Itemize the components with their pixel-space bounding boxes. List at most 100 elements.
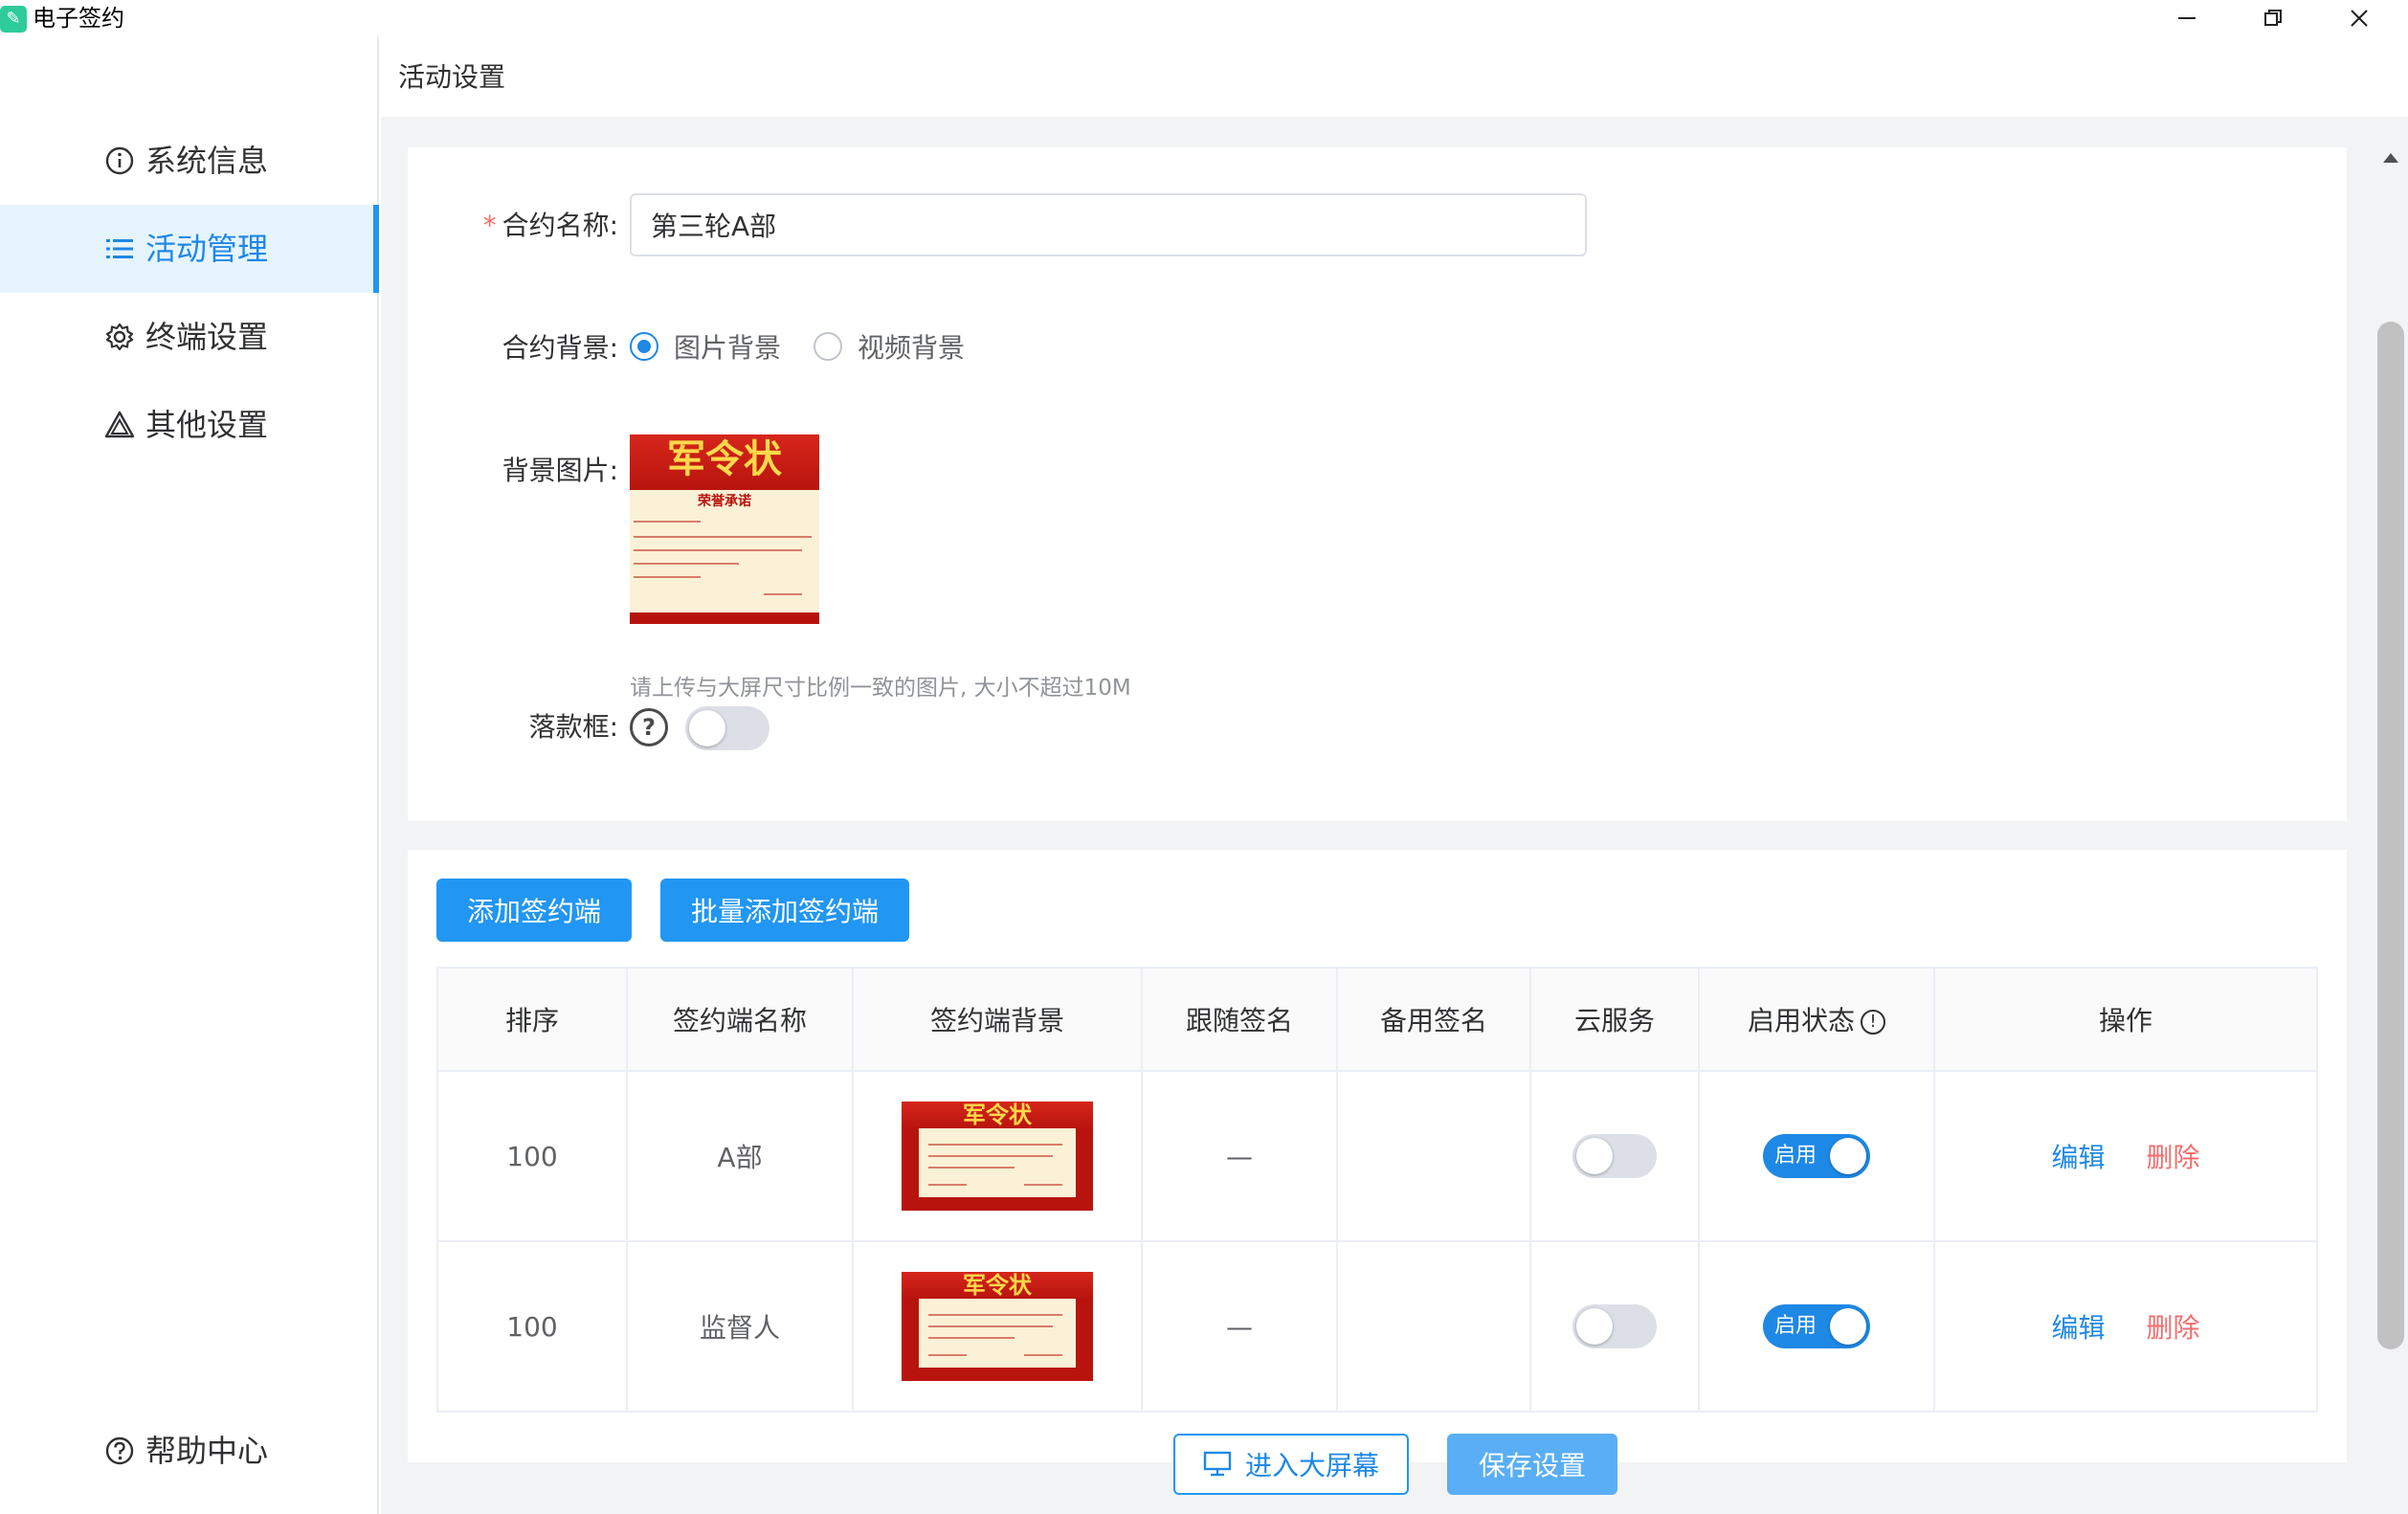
table-header-row: 排序 签约端名称 签约端背景 跟随签名 备用签名 云服务 启用状态! 操作 — [436, 967, 2318, 1072]
toggle-knob — [1830, 1138, 1866, 1174]
sidebar-item-label: 终端设置 — [145, 319, 269, 355]
radio-dot — [814, 332, 842, 361]
thumbnail-body: 荣誉承诺 — [630, 490, 819, 612]
sidebar-item-other-settings[interactable]: 其他设置 — [0, 381, 377, 469]
info-circle-icon[interactable]: ! — [1861, 1010, 1885, 1035]
thumbnail-body — [919, 1299, 1076, 1368]
minimize-button[interactable] — [2144, 0, 2230, 36]
background-image-label: 背景图片: — [502, 455, 618, 486]
monitor-icon — [1203, 1451, 1232, 1477]
sidebar-item-label: 活动管理 — [145, 231, 269, 267]
radio-label: 视频背景 — [858, 332, 966, 364]
radio-image-background[interactable]: 图片背景 — [630, 327, 781, 366]
backup-signature-cell — [1336, 1240, 1531, 1413]
close-button[interactable] — [2316, 0, 2402, 36]
toggle-knob — [1576, 1308, 1613, 1345]
column-header: 跟随签名 — [1141, 967, 1338, 1072]
order-cell: 100 — [436, 1240, 628, 1413]
gear-icon — [103, 321, 136, 353]
terminal-background-thumbnail[interactable]: 军令状 — [902, 1102, 1093, 1211]
activity-settings-form: *合约名称: 合约背景: 图片背景 视频背景 背景图片: 军令状 荣誉承诺 请上… — [408, 147, 2347, 821]
thumbnail-subtitle: 荣誉承诺 — [698, 494, 751, 509]
sidebar-item-activity-management[interactable]: 活动管理 — [0, 205, 379, 293]
toggle-knob — [689, 710, 725, 746]
background-image-hint: 请上传与大屏尺寸比例一致的图片, 大小不超过10M — [630, 676, 1131, 701]
contract-name-label: * 合约名称: — [482, 210, 618, 241]
table-row: 100 A部 军令状 — 启用 编辑 删除 — [436, 1070, 2318, 1242]
contract-name-input[interactable] — [630, 193, 1587, 256]
scroll-up-arrow-icon[interactable] — [2383, 153, 2398, 163]
signature-box-toggle[interactable] — [685, 706, 769, 750]
window-title: 电子签约 — [33, 5, 124, 32]
edit-link[interactable]: 编辑 — [2052, 1312, 2106, 1344]
page-header: 活动设置 — [381, 36, 2408, 117]
toggle-label: 启用 — [1774, 1144, 1817, 1168]
save-settings-button[interactable]: 保存设置 — [1447, 1434, 1617, 1495]
thumbnail-title: 军令状 — [902, 1102, 1093, 1128]
question-circle-icon[interactable]: ? — [630, 708, 668, 746]
cloud-service-cell — [1529, 1070, 1700, 1242]
radio-video-background[interactable]: 视频背景 — [814, 327, 965, 366]
terminal-table: 排序 签约端名称 签约端背景 跟随签名 备用签名 云服务 启用状态! 操作 10… — [436, 967, 2318, 1413]
cloud-service-toggle[interactable] — [1572, 1304, 1657, 1348]
terminal-background-cell: 军令状 — [852, 1240, 1143, 1413]
enter-big-screen-label: 进入大屏幕 — [1244, 1450, 1379, 1481]
contract-background-label: 合约背景: — [502, 332, 618, 364]
order-cell: 100 — [436, 1070, 628, 1242]
sidebar-item-label: 系统信息 — [145, 143, 269, 179]
add-terminal-button[interactable]: 添加签约端 — [436, 879, 632, 942]
warning-triangle-icon — [103, 409, 136, 441]
radio-label: 图片背景 — [674, 332, 782, 364]
table-row: 100 监督人 军令状 — 启用 编辑 删除 — [436, 1240, 2318, 1413]
batch-add-terminal-button[interactable]: 批量添加签约端 — [660, 879, 909, 942]
column-header: 云服务 — [1529, 967, 1700, 1072]
edit-link[interactable]: 编辑 — [2052, 1142, 2106, 1173]
background-image-thumbnail[interactable]: 军令状 荣誉承诺 — [630, 434, 819, 624]
column-header: 操作 — [1933, 967, 2318, 1072]
help-center-label: 帮助中心 — [145, 1433, 269, 1469]
terminal-name-cell: 监督人 — [626, 1240, 854, 1413]
help-center-link[interactable]: 帮助中心 — [0, 1407, 377, 1495]
scrollbar[interactable] — [2377, 149, 2406, 1351]
column-header: 签约端名称 — [626, 967, 854, 1072]
sidebar: 系统信息 活动管理 终端设置 其他设置 帮助中心 — [0, 36, 379, 1514]
question-circle-icon — [103, 1435, 136, 1467]
delete-link[interactable]: 删除 — [2146, 1312, 2199, 1344]
cloud-service-cell — [1529, 1240, 1700, 1413]
follow-signature-cell: — — [1141, 1070, 1338, 1242]
enter-big-screen-button[interactable]: 进入大屏幕 — [1173, 1434, 1409, 1495]
enable-status-cell: 启用 — [1698, 1070, 1935, 1242]
restore-icon — [2264, 10, 2282, 26]
sidebar-item-terminal-settings[interactable]: 终端设置 — [0, 293, 377, 381]
column-header: 启用状态! — [1698, 967, 1935, 1072]
app-logo-icon: ✎ — [0, 6, 27, 33]
enable-status-toggle[interactable]: 启用 — [1763, 1304, 1870, 1348]
toggle-knob — [1830, 1308, 1866, 1345]
page-title: 活动设置 — [398, 61, 506, 93]
list-icon — [103, 233, 136, 265]
enable-status-toggle[interactable]: 启用 — [1763, 1134, 1870, 1178]
radio-dot — [630, 332, 658, 361]
terminal-background-cell: 军令状 — [852, 1070, 1143, 1242]
required-mark: * — [482, 210, 497, 241]
thumbnail-title: 军令状 — [902, 1272, 1093, 1299]
backup-signature-cell — [1336, 1070, 1531, 1242]
sidebar-item-label: 其他设置 — [145, 407, 269, 443]
terminal-background-thumbnail[interactable]: 军令状 — [902, 1272, 1093, 1381]
cloud-service-toggle[interactable] — [1572, 1134, 1657, 1178]
sidebar-item-system-info[interactable]: 系统信息 — [0, 117, 377, 205]
delete-link[interactable]: 删除 — [2146, 1142, 2199, 1173]
column-header: 排序 — [436, 967, 628, 1072]
terminal-name-cell: A部 — [626, 1070, 854, 1242]
toggle-label: 启用 — [1774, 1314, 1817, 1338]
signature-box-label: 落款框: — [528, 711, 618, 743]
thumbnail-title: 军令状 — [630, 434, 819, 490]
column-header: 备用签名 — [1336, 967, 1531, 1072]
actions-cell: 编辑 删除 — [1933, 1070, 2318, 1242]
restore-button[interactable] — [2230, 0, 2316, 36]
scroll-thumb[interactable] — [2377, 322, 2404, 1349]
actions-cell: 编辑 删除 — [1933, 1240, 2318, 1413]
close-icon — [2351, 10, 2368, 27]
minimize-icon — [2178, 17, 2196, 19]
thumbnail-body — [919, 1128, 1076, 1197]
